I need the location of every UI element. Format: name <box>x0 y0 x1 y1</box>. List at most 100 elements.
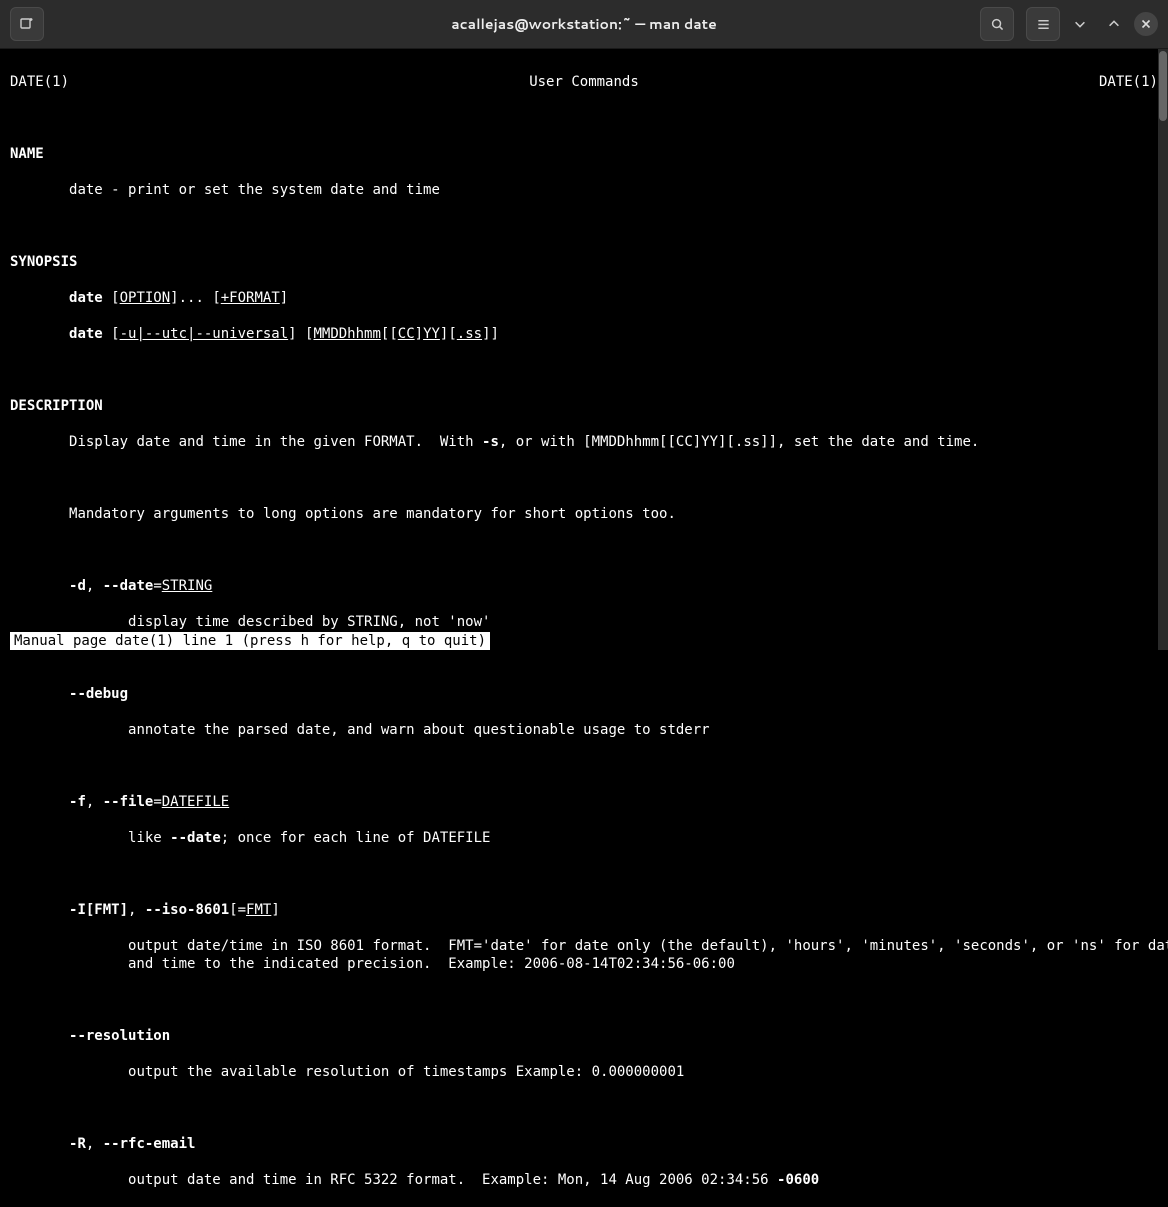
blank-line <box>10 991 1158 1009</box>
arg: DATEFILE <box>162 794 229 810</box>
synopsis-line-1: date [OPTION]... [+FORMAT] <box>10 289 1158 307</box>
chevron-up-icon <box>1107 17 1121 31</box>
blank-line <box>10 649 1158 667</box>
bracket: ][ <box>440 326 457 342</box>
menu-button[interactable] <box>1026 7 1060 41</box>
bracket: [= <box>229 902 246 918</box>
option-debug: --debug <box>10 685 1158 703</box>
desc-p1: Display date and time in the given FORMA… <box>10 433 1158 451</box>
flag: -I[FMT] <box>69 902 128 918</box>
manpage-header: DATE(1) User Commands DATE(1) <box>10 73 1158 91</box>
header-left: DATE(1) <box>10 73 69 91</box>
bracket: ] [ <box>288 326 313 342</box>
scrollbar-thumb[interactable] <box>1159 51 1167 121</box>
minimize-button[interactable] <box>1066 7 1094 41</box>
arg: STRING <box>162 578 213 594</box>
mmdd-arg: MMDDhhmm <box>313 326 380 342</box>
hamburger-icon <box>1036 17 1051 32</box>
bracket: ]... [ <box>170 290 221 306</box>
flag: --resolution <box>69 1028 170 1044</box>
arg: FMT <box>246 902 271 918</box>
bracket: ] <box>271 902 279 918</box>
chevron-down-icon <box>1073 17 1087 31</box>
cmd-name: date <box>69 326 103 342</box>
desc-text: output date and time in RFC 5322 format.… <box>128 1172 777 1188</box>
yy-arg: YY <box>423 326 440 342</box>
cmd-name: date <box>69 290 103 306</box>
desc-text: display time described by STRING, not 'n… <box>128 614 490 630</box>
eq: = <box>153 794 161 810</box>
blank-line <box>10 109 1158 127</box>
flag: --date <box>170 830 221 846</box>
flag: --date <box>103 578 154 594</box>
option-f-desc: like --date; once for each line of DATEF… <box>10 829 1158 847</box>
titlebar: acallejas@workstation:~ — man date <box>0 0 1168 49</box>
desc-text: output date/time in ISO 8601 format. FMT… <box>10 938 1168 972</box>
cc-arg: CC <box>398 326 415 342</box>
flag: --file <box>103 794 154 810</box>
option-I-desc: output date/time in ISO 8601 format. FMT… <box>10 937 1158 973</box>
bracket: [[ <box>381 326 398 342</box>
blank-line <box>10 217 1158 235</box>
flag: --rfc-email <box>103 1136 196 1152</box>
header-center: User Commands <box>529 73 639 91</box>
option-d-desc: display time described by STRING, not 'n… <box>10 613 1158 631</box>
bracket: ]] <box>482 326 499 342</box>
ss-arg: .ss <box>457 326 482 342</box>
blank-line <box>10 361 1158 379</box>
option-R: -R, --rfc-email <box>10 1135 1158 1153</box>
flag: --iso-8601 <box>145 902 229 918</box>
search-button[interactable] <box>980 7 1014 41</box>
header-right: DATE(1) <box>1099 73 1158 91</box>
status-bar: Manual page date(1) line 1 (press h for … <box>10 632 490 650</box>
desc-text: annotate the parsed date, and warn about… <box>128 722 710 738</box>
tz-offset: -0600 <box>777 1172 819 1188</box>
window-title: acallejas@workstation:~ — man date <box>451 14 717 34</box>
terminal-content[interactable]: DATE(1)User CommandsDATE(1) NAME date - … <box>0 49 1168 1207</box>
desc-text: Display date and time in the given FORMA… <box>69 434 482 450</box>
close-button[interactable] <box>1134 12 1158 36</box>
flag: -R <box>69 1136 86 1152</box>
option-f: -f, --file=DATEFILE <box>10 793 1158 811</box>
flag: -s <box>482 434 499 450</box>
bracket: ] <box>280 290 288 306</box>
section-heading-synopsis: SYNOPSIS <box>10 254 77 270</box>
desc-text: output the available resolution of times… <box>128 1064 684 1080</box>
close-icon <box>1141 19 1151 29</box>
blank-line <box>10 865 1158 883</box>
titlebar-right <box>980 7 1158 41</box>
blank-line <box>10 469 1158 487</box>
option-debug-desc: annotate the parsed date, and warn about… <box>10 721 1158 739</box>
option-d: -d, --date=STRING <box>10 577 1158 595</box>
maximize-button[interactable] <box>1100 7 1128 41</box>
search-icon <box>990 17 1005 32</box>
sep: , <box>86 794 103 810</box>
desc-text: like <box>128 830 170 846</box>
blank-line <box>10 541 1158 559</box>
name-text: date - print or set the system date and … <box>10 181 1158 199</box>
option-resolution-desc: output the available resolution of times… <box>10 1063 1158 1081</box>
sep: , <box>86 1136 103 1152</box>
section-heading-description: DESCRIPTION <box>10 398 103 414</box>
format-arg: +FORMAT <box>221 290 280 306</box>
option-arg: OPTION <box>120 290 171 306</box>
name-content: date - print or set the system date and … <box>69 182 440 198</box>
synopsis-line-2: date [-u|--utc|--universal] [MMDDhhmm[[C… <box>10 325 1158 343</box>
titlebar-left <box>10 7 44 41</box>
blank-line <box>10 757 1158 775</box>
bracket: [ <box>103 326 120 342</box>
desc-text: Mandatory arguments to long options are … <box>69 506 676 522</box>
option-resolution: --resolution <box>10 1027 1158 1045</box>
new-tab-button[interactable] <box>10 7 44 41</box>
option-R-desc: output date and time in RFC 5322 format.… <box>10 1171 1158 1189</box>
desc-text: , or with [MMDDhhmm[[CC]YY][.ss]], set t… <box>499 434 979 450</box>
sep: , <box>128 902 145 918</box>
scrollbar[interactable] <box>1158 49 1168 650</box>
flag: --debug <box>69 686 128 702</box>
eq: = <box>153 578 161 594</box>
option-I: -I[FMT], --iso-8601[=FMT] <box>10 901 1158 919</box>
bracket: [ <box>103 290 120 306</box>
flag: -f <box>69 794 86 810</box>
utc-arg: -u|--utc|--universal <box>120 326 289 342</box>
flag: -d <box>69 578 86 594</box>
